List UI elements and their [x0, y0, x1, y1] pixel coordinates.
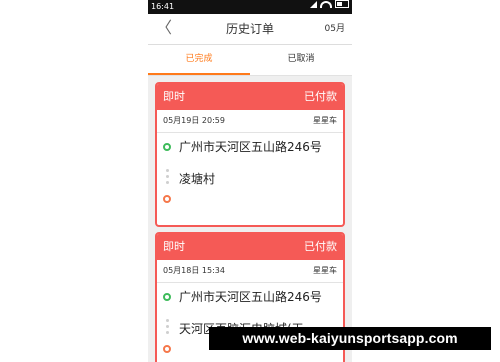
route-dots-icon — [166, 319, 169, 337]
wifi-icon — [320, 0, 332, 8]
car-type: 星星车 — [313, 116, 337, 125]
start-pin-icon — [163, 293, 171, 301]
tab-cancelled[interactable]: 已取消 — [250, 45, 352, 75]
order-meta: 05月18日 15:34 星星车 — [157, 260, 343, 283]
payment-status: 已付款 — [304, 240, 337, 253]
battery-icon — [335, 0, 349, 8]
order-tabs: 已完成 已取消 — [148, 45, 352, 76]
month-filter[interactable]: 05月 — [325, 14, 345, 44]
signal-icon — [310, 0, 317, 8]
end-pin-icon — [163, 195, 171, 203]
car-type: 星星车 — [313, 266, 337, 275]
route-dots-icon — [166, 169, 169, 187]
order-type: 即时 — [163, 90, 185, 103]
status-icons — [310, 0, 349, 8]
order-card-header: 即时 已付款 — [157, 234, 343, 260]
order-datetime: 05月19日 20:59 — [163, 116, 225, 125]
order-card[interactable]: 即时 已付款 05月19日 20:59 星星车 广州市天河区五山路246号 凌塘… — [155, 82, 345, 227]
phone-screen: 16:41 〈 历史订单 05月 已完成 已取消 即时 已付款 05月19日 2… — [148, 0, 352, 362]
end-address: 凌塘村 — [179, 172, 216, 186]
status-time: 16:41 — [151, 2, 175, 11]
status-bar: 16:41 — [148, 0, 352, 14]
tab-completed[interactable]: 已完成 — [148, 45, 250, 75]
start-address: 广州市天河区五山路246号 — [179, 290, 322, 304]
order-card-header: 即时 已付款 — [157, 84, 343, 110]
nav-bar: 〈 历史订单 05月 — [148, 14, 352, 45]
order-datetime: 05月18日 15:34 — [163, 266, 225, 275]
end-pin-icon — [163, 345, 171, 353]
page-title: 历史订单 — [225, 22, 274, 36]
order-type: 即时 — [163, 240, 185, 253]
order-meta: 05月19日 20:59 星星车 — [157, 110, 343, 133]
start-address: 广州市天河区五山路246号 — [179, 140, 322, 154]
order-route: 广州市天河区五山路246号 凌塘村 — [157, 133, 343, 203]
watermark-banner: www.web-kaiyunsportsapp.com — [209, 327, 491, 350]
start-pin-icon — [163, 143, 171, 151]
payment-status: 已付款 — [304, 90, 337, 103]
